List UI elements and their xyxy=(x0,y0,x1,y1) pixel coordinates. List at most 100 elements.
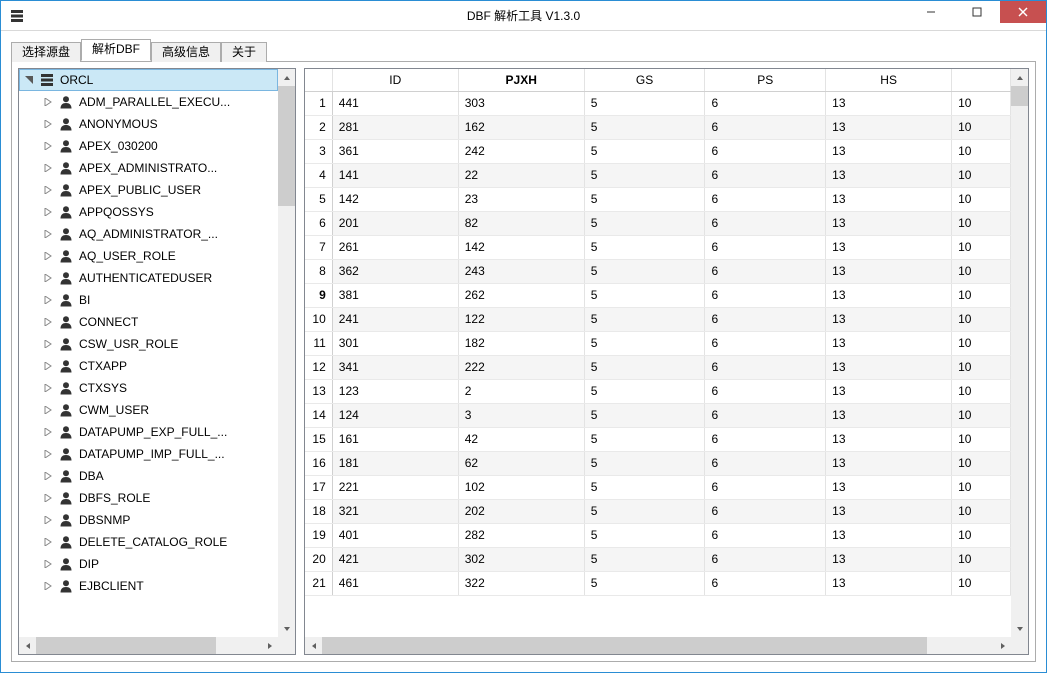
scroll-up-button[interactable] xyxy=(278,69,295,86)
row-number[interactable]: 7 xyxy=(305,235,332,259)
cell-id[interactable]: 461 xyxy=(332,571,458,595)
column-header[interactable]: PS xyxy=(705,69,826,91)
cell-ps[interactable]: 6 xyxy=(705,259,826,283)
cell-pjxh[interactable]: 102 xyxy=(458,475,584,499)
titlebar[interactable]: DBF 解析工具 V1.3.0 xyxy=(1,1,1046,31)
cell-ps[interactable]: 6 xyxy=(705,499,826,523)
table-row[interactable]: 141243561310 xyxy=(305,403,1011,427)
cell-hs[interactable]: 13 xyxy=(826,235,952,259)
cell-gs[interactable]: 5 xyxy=(584,163,705,187)
cell-hs[interactable]: 13 xyxy=(826,163,952,187)
tree-horizontal-scrollbar[interactable] xyxy=(19,637,278,654)
cell-gs[interactable]: 5 xyxy=(584,235,705,259)
cell-pjxh[interactable]: 23 xyxy=(458,187,584,211)
cell-ps[interactable]: 6 xyxy=(705,235,826,259)
cell-gs[interactable]: 5 xyxy=(584,499,705,523)
cell-gs[interactable]: 5 xyxy=(584,211,705,235)
cell-hs[interactable]: 13 xyxy=(826,91,952,115)
cell-hs[interactable]: 13 xyxy=(826,451,952,475)
scroll-down-button[interactable] xyxy=(278,620,295,637)
table-row[interactable]: 3361242561310 xyxy=(305,139,1011,163)
scroll-right-button[interactable] xyxy=(261,637,278,654)
cell-ps[interactable]: 6 xyxy=(705,547,826,571)
cell-hs[interactable]: 13 xyxy=(826,307,952,331)
cell-gs[interactable]: 5 xyxy=(584,259,705,283)
cell-pjxh[interactable]: 2 xyxy=(458,379,584,403)
row-number[interactable]: 15 xyxy=(305,427,332,451)
row-number[interactable]: 6 xyxy=(305,211,332,235)
expander-icon[interactable] xyxy=(41,252,55,260)
cell-hs[interactable]: 13 xyxy=(826,331,952,355)
row-number[interactable]: 3 xyxy=(305,139,332,163)
row-number[interactable]: 19 xyxy=(305,523,332,547)
cell-rest[interactable]: 10 xyxy=(952,427,1011,451)
cell-pjxh[interactable]: 162 xyxy=(458,115,584,139)
cell-id[interactable]: 181 xyxy=(332,451,458,475)
scroll-track[interactable] xyxy=(322,637,994,654)
scroll-thumb[interactable] xyxy=(278,86,295,206)
cell-pjxh[interactable]: 142 xyxy=(458,235,584,259)
row-number[interactable]: 1 xyxy=(305,91,332,115)
cell-ps[interactable]: 6 xyxy=(705,115,826,139)
tree-vertical-scrollbar[interactable] xyxy=(278,69,295,637)
cell-gs[interactable]: 5 xyxy=(584,523,705,547)
scroll-right-button[interactable] xyxy=(994,637,1011,654)
row-number[interactable]: 9 xyxy=(305,283,332,307)
tree-item[interactable]: CTXSYS xyxy=(19,377,278,399)
tree-item[interactable]: DBA xyxy=(19,465,278,487)
cell-gs[interactable]: 5 xyxy=(584,331,705,355)
cell-pjxh[interactable]: 262 xyxy=(458,283,584,307)
cell-ps[interactable]: 6 xyxy=(705,451,826,475)
tree-item[interactable]: APEX_030200 xyxy=(19,135,278,157)
table-row[interactable]: 2281162561310 xyxy=(305,115,1011,139)
expander-icon[interactable] xyxy=(41,362,55,370)
cell-id[interactable]: 142 xyxy=(332,187,458,211)
cell-id[interactable]: 124 xyxy=(332,403,458,427)
cell-ps[interactable]: 6 xyxy=(705,187,826,211)
tree-item[interactable]: ANONYMOUS xyxy=(19,113,278,135)
expander-icon[interactable] xyxy=(22,76,36,84)
cell-pjxh[interactable]: 222 xyxy=(458,355,584,379)
cell-hs[interactable]: 13 xyxy=(826,571,952,595)
cell-hs[interactable]: 13 xyxy=(826,139,952,163)
cell-rest[interactable]: 10 xyxy=(952,499,1011,523)
scroll-track[interactable] xyxy=(278,86,295,620)
cell-id[interactable]: 401 xyxy=(332,523,458,547)
cell-rest[interactable]: 10 xyxy=(952,475,1011,499)
table-row[interactable]: 9381262561310 xyxy=(305,283,1011,307)
row-number[interactable]: 5 xyxy=(305,187,332,211)
cell-rest[interactable]: 10 xyxy=(952,307,1011,331)
cell-rest[interactable]: 10 xyxy=(952,211,1011,235)
tree-item[interactable]: BI xyxy=(19,289,278,311)
cell-gs[interactable]: 5 xyxy=(584,307,705,331)
expander-icon[interactable] xyxy=(41,142,55,150)
scroll-left-button[interactable] xyxy=(19,637,36,654)
tree-item[interactable]: AUTHENTICATEDUSER xyxy=(19,267,278,289)
tree-item[interactable]: DELETE_CATALOG_ROLE xyxy=(19,531,278,553)
tree-item[interactable]: DATAPUMP_EXP_FULL_... xyxy=(19,421,278,443)
grid-horizontal-scrollbar[interactable] xyxy=(305,637,1011,654)
table-row[interactable]: 20421302561310 xyxy=(305,547,1011,571)
table-row[interactable]: 8362243561310 xyxy=(305,259,1011,283)
cell-ps[interactable]: 6 xyxy=(705,331,826,355)
table-row[interactable]: 17221102561310 xyxy=(305,475,1011,499)
tree-item[interactable]: CTXAPP xyxy=(19,355,278,377)
table-row[interactable]: 1516142561310 xyxy=(305,427,1011,451)
cell-id[interactable]: 201 xyxy=(332,211,458,235)
cell-pjxh[interactable]: 202 xyxy=(458,499,584,523)
scroll-down-button[interactable] xyxy=(1011,620,1028,637)
cell-pjxh[interactable]: 22 xyxy=(458,163,584,187)
cell-gs[interactable]: 5 xyxy=(584,451,705,475)
expander-icon[interactable] xyxy=(41,428,55,436)
cell-ps[interactable]: 6 xyxy=(705,139,826,163)
expander-icon[interactable] xyxy=(41,274,55,282)
cell-ps[interactable]: 6 xyxy=(705,163,826,187)
cell-hs[interactable]: 13 xyxy=(826,403,952,427)
table-row[interactable]: 18321202561310 xyxy=(305,499,1011,523)
cell-ps[interactable]: 6 xyxy=(705,379,826,403)
cell-rest[interactable]: 10 xyxy=(952,523,1011,547)
cell-ps[interactable]: 6 xyxy=(705,211,826,235)
table-row[interactable]: 131232561310 xyxy=(305,379,1011,403)
cell-rest[interactable]: 10 xyxy=(952,571,1011,595)
cell-gs[interactable]: 5 xyxy=(584,427,705,451)
